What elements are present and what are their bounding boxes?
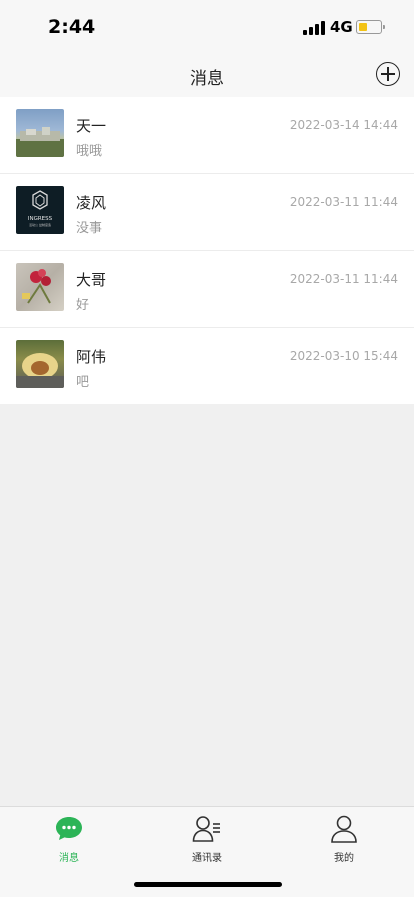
- page-title: 消息: [190, 69, 224, 89]
- contact-name: 凌风: [76, 194, 107, 212]
- user-icon: [331, 815, 357, 843]
- tab-contacts[interactable]: 通讯录: [167, 815, 247, 864]
- message-time: 2022-03-10 15:44: [289, 349, 398, 363]
- contact-name: 大哥: [76, 271, 107, 289]
- message-time: 2022-03-11 11:44: [289, 272, 398, 286]
- tab-label: 通讯录: [192, 853, 222, 864]
- avatar: [16, 340, 64, 388]
- conversation-item[interactable]: 阿伟 吧 2022-03-10 15:44: [0, 328, 414, 404]
- avatar: [16, 263, 64, 311]
- avatar: [16, 109, 64, 157]
- contacts-icon: [192, 816, 220, 842]
- status-bar: 2:44 4G: [0, 0, 414, 54]
- nav-bar: 消息: [0, 54, 414, 97]
- home-indicator[interactable]: [134, 882, 282, 887]
- message-preview: 没事: [76, 221, 103, 236]
- tab-messages[interactable]: 消息: [29, 815, 109, 864]
- add-button[interactable]: [376, 62, 400, 86]
- message-time: 2022-03-14 14:44: [289, 118, 398, 132]
- avatar-logo-subtext: 活动公 益制度造: [29, 222, 51, 227]
- tab-profile[interactable]: 我的: [304, 815, 384, 864]
- conversation-item[interactable]: 大哥 好 2022-03-11 11:44: [0, 251, 414, 328]
- status-time: 2:44: [48, 16, 96, 38]
- conversation-item[interactable]: 天一 哦哦 2022-03-14 14:44: [0, 97, 414, 174]
- conversation-list: 天一 哦哦 2022-03-14 14:44 INGRESS 活动公 益制度造 …: [0, 97, 414, 404]
- avatar: INGRESS 活动公 益制度造: [16, 186, 64, 234]
- message-preview: 吧: [76, 375, 90, 390]
- message-preview: 好: [76, 298, 90, 313]
- message-time: 2022-03-11 11:44: [289, 195, 398, 209]
- avatar-logo-text: INGRESS: [28, 216, 53, 222]
- signal-icon: [303, 21, 325, 35]
- contact-name: 天一: [76, 117, 107, 135]
- network-type: 4G: [330, 18, 353, 36]
- battery-icon: [356, 20, 385, 34]
- message-preview: 哦哦: [76, 144, 103, 159]
- chat-bubble-icon: [56, 817, 82, 840]
- conversation-item[interactable]: INGRESS 活动公 益制度造 凌风 没事 2022-03-11 11:44: [0, 174, 414, 251]
- tab-label: 消息: [59, 853, 79, 864]
- tab-label: 我的: [334, 853, 354, 864]
- contact-name: 阿伟: [76, 348, 107, 366]
